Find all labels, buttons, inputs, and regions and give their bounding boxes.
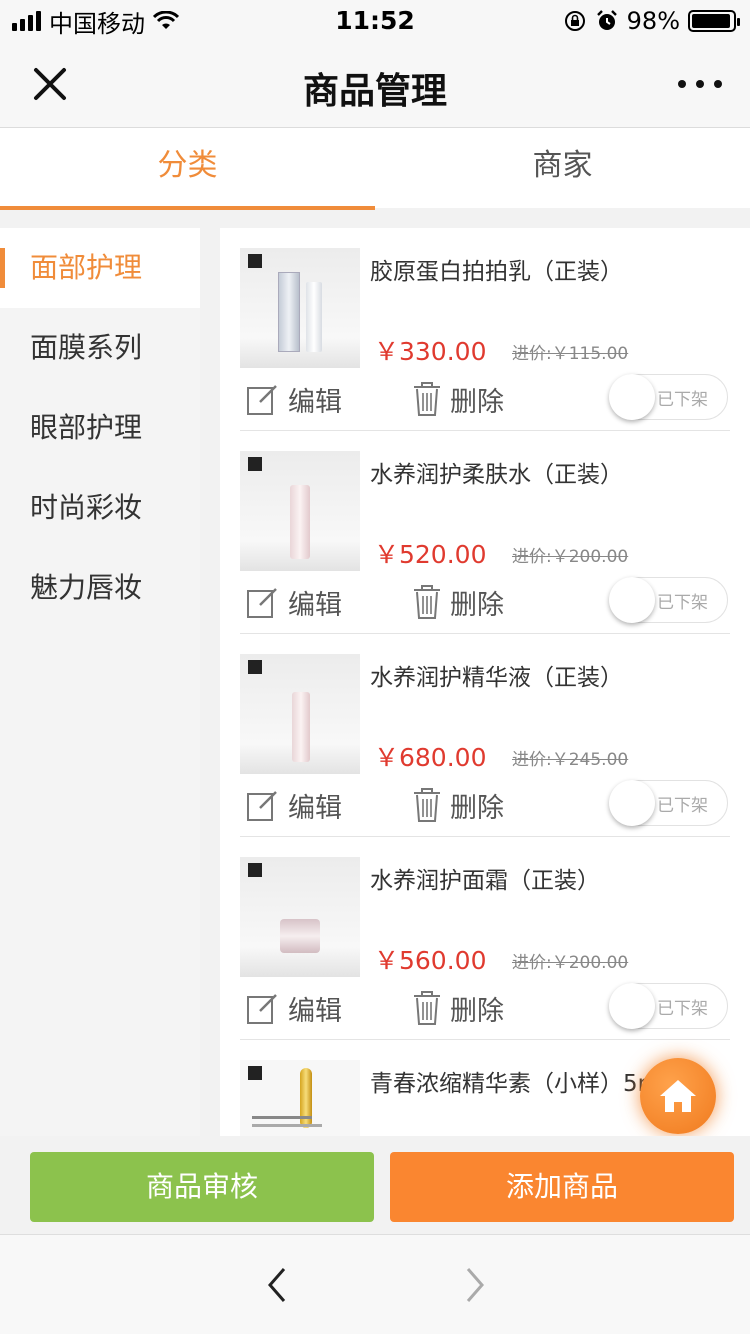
alarm-icon (596, 10, 617, 30)
edit-icon (247, 385, 277, 415)
product-list: 胶原蛋白拍拍乳（正装） ￥330.00 进价:￥115.00 编辑 删除 已下架… (220, 228, 750, 1136)
orientation-lock-icon (564, 11, 585, 31)
toggle-label: 已下架 (657, 796, 708, 816)
delete-label: 删除 (450, 995, 504, 1027)
nav-bar: 商品管理 (0, 42, 750, 128)
trash-icon (414, 991, 440, 1025)
category-item-eye-care[interactable]: 眼部护理 (0, 388, 200, 468)
product-item: 水养润护柔肤水（正装） ￥520.00 进价:￥200.00 编辑 删除 已下架 (240, 431, 730, 634)
toggle-knob (609, 577, 655, 623)
delete-button[interactable]: 删除 (412, 991, 504, 1027)
delete-button[interactable]: 删除 (412, 382, 504, 418)
product-cost: 进价:￥200.00 (512, 547, 629, 567)
product-name: 青春浓缩精华素（小样）5ml (370, 1071, 667, 1097)
edit-icon (247, 588, 277, 618)
edit-icon (247, 791, 277, 821)
product-item: 水养润护面霜（正装） ￥560.00 进价:￥200.00 编辑 删除 已下架 (240, 837, 730, 1040)
product-item: 胶原蛋白拍拍乳（正装） ￥330.00 进价:￥115.00 编辑 删除 已下架 (240, 228, 730, 431)
bottom-action-bar: 商品审核 添加商品 (0, 1136, 750, 1234)
toggle-knob (609, 374, 655, 420)
delete-button[interactable]: 删除 (412, 585, 504, 621)
product-image[interactable] (240, 1060, 360, 1136)
delete-label: 删除 (450, 386, 504, 418)
trash-icon (414, 788, 440, 822)
trash-icon (414, 382, 440, 416)
edit-label: 编辑 (288, 995, 342, 1027)
product-name: 水养润护精华液（正装） (370, 665, 623, 691)
page-title: 商品管理 (302, 71, 447, 112)
product-price: ￥330.00 (374, 337, 487, 366)
product-price: ￥520.00 (374, 540, 487, 569)
status-bar: 中国移动 11:52 98% (0, 0, 750, 42)
listing-toggle[interactable]: 已下架 (609, 577, 728, 623)
review-products-button[interactable]: 商品审核 (30, 1152, 374, 1222)
product-cost: 进价:￥245.00 (512, 750, 629, 770)
tab-merchant[interactable]: 商家 (375, 128, 750, 208)
category-item-masks[interactable]: 面膜系列 (0, 308, 200, 388)
edit-button[interactable]: 编辑 (246, 585, 342, 621)
edit-label: 编辑 (288, 792, 342, 824)
delete-label: 删除 (450, 589, 504, 621)
battery-percent: 98% (626, 7, 680, 35)
trash-icon (414, 585, 440, 619)
category-item-lip[interactable]: 魅力唇妆 (0, 548, 200, 628)
toggle-label: 已下架 (657, 593, 708, 613)
forward-icon[interactable] (454, 1263, 494, 1307)
product-item: 水养润护精华液（正装） ￥680.00 进价:￥245.00 编辑 删除 已下架 (240, 634, 730, 837)
toggle-label: 已下架 (657, 999, 708, 1019)
edit-button[interactable]: 编辑 (246, 788, 342, 824)
product-name: 水养润护面霜（正装） (370, 868, 600, 894)
product-price: ￥680.00 (374, 743, 487, 772)
edit-label: 编辑 (288, 589, 342, 621)
edit-label: 编辑 (288, 386, 342, 418)
edit-button[interactable]: 编辑 (246, 382, 342, 418)
delete-button[interactable]: 删除 (412, 788, 504, 824)
home-button[interactable] (640, 1058, 716, 1134)
product-cost: 进价:￥115.00 (512, 344, 629, 364)
battery-icon (688, 10, 740, 32)
listing-toggle[interactable]: 已下架 (609, 374, 728, 420)
toggle-knob (609, 983, 655, 1029)
category-sidebar: 面部护理 面膜系列 眼部护理 时尚彩妆 魅力唇妆 (0, 228, 200, 1136)
home-icon (660, 1080, 696, 1112)
browser-toolbar (0, 1234, 750, 1334)
product-image[interactable] (240, 248, 360, 368)
tab-bar: 分类 商家 (0, 128, 750, 210)
product-price: ￥560.00 (374, 946, 487, 975)
delete-label: 删除 (450, 792, 504, 824)
product-image[interactable] (240, 654, 360, 774)
product-name: 胶原蛋白拍拍乳（正装） (370, 259, 623, 285)
product-name: 水养润护柔肤水（正装） (370, 462, 623, 488)
toggle-knob (609, 780, 655, 826)
listing-toggle[interactable]: 已下架 (609, 983, 728, 1029)
category-item-face-care[interactable]: 面部护理 (0, 228, 200, 308)
product-image[interactable] (240, 451, 360, 571)
add-product-button[interactable]: 添加商品 (390, 1152, 734, 1222)
edit-icon (247, 994, 277, 1024)
product-image[interactable] (240, 857, 360, 977)
edit-button[interactable]: 编辑 (246, 991, 342, 1027)
back-icon[interactable] (258, 1263, 298, 1307)
more-icon[interactable] (678, 64, 722, 104)
status-right: 98% (563, 6, 740, 36)
toggle-label: 已下架 (657, 390, 708, 410)
tab-category[interactable]: 分类 (0, 128, 375, 210)
category-item-makeup[interactable]: 时尚彩妆 (0, 468, 200, 548)
listing-toggle[interactable]: 已下架 (609, 780, 728, 826)
product-cost: 进价:￥200.00 (512, 953, 629, 973)
